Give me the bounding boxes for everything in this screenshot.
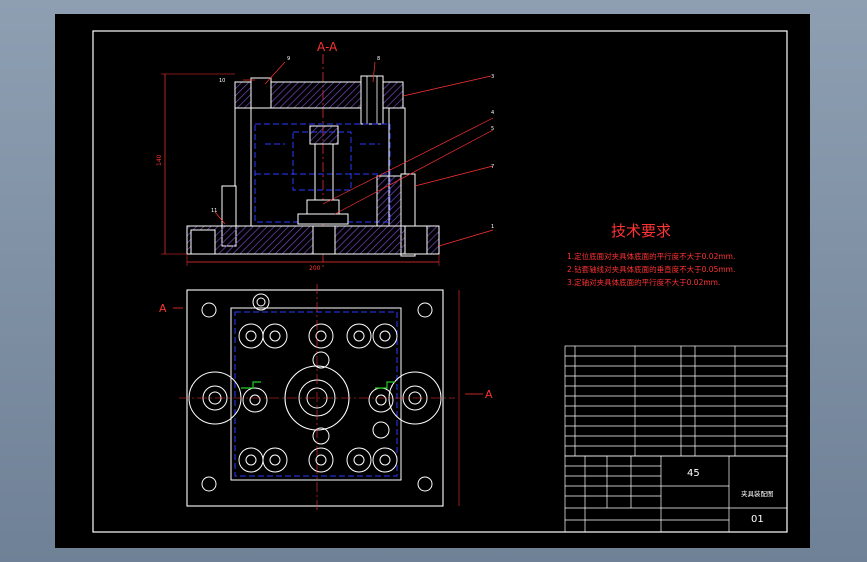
cad-viewport: A-A 140 200 10 9 8 3 4 5 7 1 11 A A 技术要求…	[0, 0, 867, 562]
balloon-3: 3	[491, 74, 494, 80]
balloon-8: 8	[377, 56, 380, 62]
view-label-left: A	[159, 302, 167, 315]
highlight-left	[241, 381, 261, 389]
dim-height: 140	[156, 154, 163, 166]
balloon-9: 9	[287, 56, 290, 62]
tech-title: 技术要求	[611, 222, 671, 240]
tech-requirements: 技术要求 1.定位底面对夹具体底面的平行度不大于0.02mm. 2.钻套轴线对夹…	[567, 222, 735, 287]
balloon-4: 4	[491, 110, 494, 116]
section-view: A-A 140 200 10 9 8 3 4 5 7 1 11	[156, 40, 494, 272]
locating-pin	[297, 213, 349, 225]
part-title: 夹具装配图	[741, 489, 774, 498]
tech-note-1: 1.定位底面对夹具体底面的平行度不大于0.02mm.	[567, 251, 735, 261]
screw-left	[250, 77, 272, 109]
view-label-right: A	[485, 388, 493, 401]
balloon-10: 10	[219, 78, 225, 84]
center-shaft-top	[309, 125, 339, 145]
parts-list	[564, 345, 788, 457]
balloon-11: 11	[211, 208, 217, 214]
material: 45	[687, 468, 700, 479]
drawing-sheet: A-A 140 200 10 9 8 3 4 5 7 1 11 A A 技术要求…	[55, 14, 810, 548]
tech-note-3: 3.定轴对夹具体底面的平行度不大于0.02mm.	[567, 277, 720, 287]
tech-note-2: 2.钻套轴线对夹具体底面的垂直度不大于0.05mm.	[567, 264, 735, 274]
left-wall	[234, 107, 252, 227]
base-foot-left	[190, 229, 216, 255]
section-label: A-A	[317, 40, 338, 54]
drawing-canvas: A-A 140 200 10 9 8 3 4 5 7 1 11 A A 技术要求…	[92, 30, 788, 533]
drill-bushing	[360, 75, 384, 125]
top-view: A A	[159, 284, 493, 510]
balloon-1: 1	[491, 224, 494, 230]
dim-width: 200	[309, 265, 321, 272]
balloon-7: 7	[491, 164, 494, 170]
drawing-number: 01	[751, 514, 764, 525]
balloon-5: 5	[491, 126, 494, 132]
